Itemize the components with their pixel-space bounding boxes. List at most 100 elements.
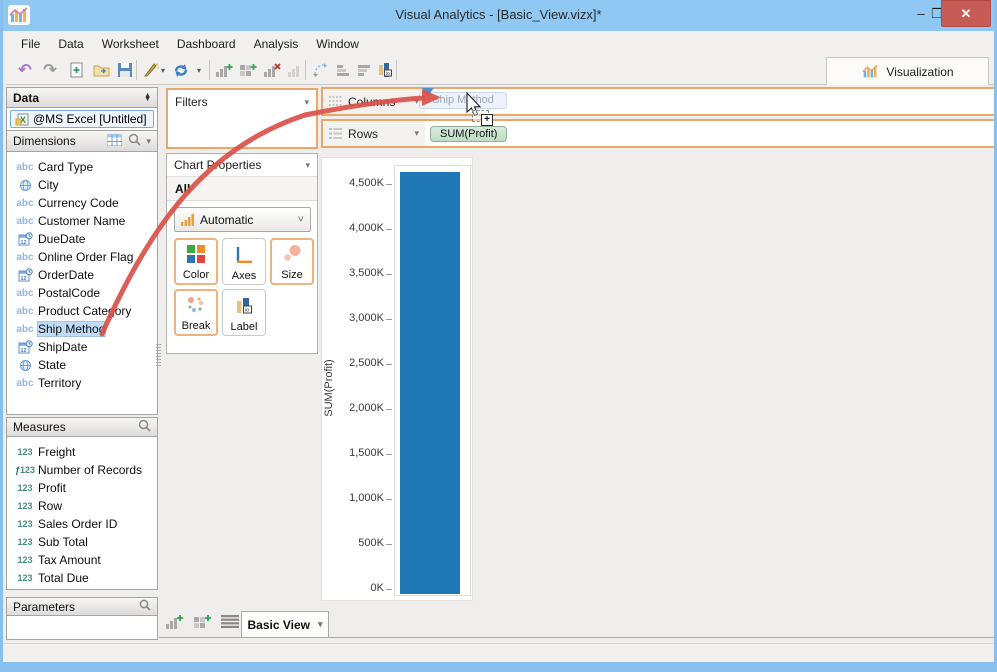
- sort-descending-icon[interactable]: [353, 59, 375, 81]
- size-button[interactable]: Size: [270, 238, 314, 285]
- measure-item[interactable]: 123 Total Due: [7, 569, 157, 587]
- chart-type-dropdown[interactable]: Automatic ˅: [174, 207, 311, 232]
- worksheet-tab-caret[interactable]: ▾: [318, 619, 323, 630]
- measures-title: Measures: [13, 420, 66, 434]
- add-dashboard-icon[interactable]: [237, 59, 259, 81]
- measure-label: Freight: [38, 445, 76, 459]
- dimension-item[interactable]: abc Card Type: [7, 158, 157, 176]
- menu-data[interactable]: Data: [49, 33, 92, 55]
- menu-dashboard[interactable]: Dashboard: [168, 33, 245, 55]
- globe-icon: [12, 359, 38, 372]
- undo-button[interactable]: ↶: [14, 59, 36, 81]
- dimension-label: City: [38, 178, 59, 192]
- search-measures-icon[interactable]: [138, 419, 151, 435]
- rows-pill[interactable]: SUM(Profit): [430, 125, 508, 142]
- menu-file[interactable]: File: [12, 33, 49, 55]
- dimension-item[interactable]: abc Product Category: [7, 302, 157, 320]
- chart-properties-header: Chart Properties ▾: [167, 154, 317, 177]
- menu-worksheet[interactable]: Worksheet: [93, 33, 168, 55]
- text-icon: abc: [16, 305, 34, 317]
- dimension-label: Product Category: [38, 304, 132, 318]
- visualization-tab[interactable]: Visualization: [826, 57, 989, 85]
- data-panel-header[interactable]: Data ▲ ▼: [6, 87, 158, 108]
- break-button[interactable]: Break: [174, 289, 218, 336]
- refresh-icon[interactable]: [170, 59, 192, 81]
- sort-ascending-icon[interactable]: [332, 59, 354, 81]
- dimension-label: Online Order Flag: [38, 250, 134, 264]
- dimension-item[interactable]: State: [7, 356, 157, 374]
- new-worksheet-tab-icon[interactable]: [165, 613, 184, 635]
- dimension-item[interactable]: abc Currency Code: [7, 194, 157, 212]
- new-dashboard-tab-icon[interactable]: [193, 613, 212, 635]
- search-parameters-icon[interactable]: [139, 599, 151, 614]
- save-icon[interactable]: [114, 59, 136, 81]
- worksheet-list-icon[interactable]: [221, 615, 239, 633]
- columns-shelf-label-zone: Columns ▾: [323, 89, 425, 114]
- dimensions-menu-caret[interactable]: ▾: [146, 136, 151, 147]
- redo-button[interactable]: ↷: [39, 59, 61, 81]
- svg-text:12: 12: [20, 348, 26, 354]
- refresh-dropdown-caret[interactable]: ▾: [197, 66, 201, 75]
- svg-text:12: 12: [20, 276, 26, 282]
- text-icon: abc: [16, 287, 34, 299]
- y-axis-tick-label: 4,500K: [349, 177, 384, 189]
- dimension-item[interactable]: 12 OrderDate: [7, 266, 157, 284]
- filters-menu-caret[interactable]: ▾: [304, 97, 309, 108]
- app-window: Visual Analytics - [Basic_View.vizx]* – …: [0, 0, 997, 672]
- measure-item[interactable]: 123 Sales Order ID: [7, 515, 157, 533]
- y-axis-tick-mark: [386, 454, 392, 455]
- number-icon: 123: [17, 555, 33, 565]
- color-button[interactable]: Color: [174, 238, 218, 285]
- rows-shelf-caret[interactable]: ▾: [414, 128, 419, 139]
- dimension-item[interactable]: abc Customer Name: [7, 212, 157, 230]
- parameters-title: Parameters: [13, 599, 76, 614]
- view-data-table-icon[interactable]: [106, 133, 123, 149]
- swap-axes-icon[interactable]: [309, 59, 331, 81]
- measures-header: Measures: [6, 417, 158, 437]
- dimension-item[interactable]: abc PostalCode: [7, 284, 157, 302]
- data-source-label: @MS Excel [Untitled]: [33, 112, 147, 126]
- format-wand-icon[interactable]: [140, 59, 162, 81]
- wand-dropdown-caret[interactable]: ▾: [161, 66, 165, 75]
- show-labels-icon[interactable]: io: [374, 59, 396, 81]
- dimension-item[interactable]: abc Online Order Flag: [7, 248, 157, 266]
- menu-analysis[interactable]: Analysis: [245, 33, 308, 55]
- dimension-item[interactable]: abc Ship Method: [7, 320, 157, 338]
- globe-icon: [12, 179, 38, 192]
- rows-shelf[interactable]: Rows ▾ SUM(Profit): [321, 119, 994, 148]
- dimension-item[interactable]: City: [7, 176, 157, 194]
- collapse-expand-icon[interactable]: ▲ ▼: [144, 92, 151, 103]
- bar-sum-profit[interactable]: [400, 172, 460, 594]
- open-workbook-icon[interactable]: [90, 59, 112, 81]
- measure-label: Row: [38, 499, 63, 513]
- worksheet-tab-basic-view[interactable]: Basic View ▾: [241, 611, 329, 637]
- dimension-item[interactable]: 12 DueDate: [7, 230, 157, 248]
- measure-item[interactable]: ƒ123 Number of Records: [7, 461, 157, 479]
- data-source-item[interactable]: X @MS Excel [Untitled]: [10, 110, 154, 128]
- chart-type-value: Automatic: [200, 212, 254, 227]
- delete-worksheet-icon[interactable]: [261, 59, 283, 81]
- dimension-item[interactable]: 12 ShipDate: [7, 338, 157, 356]
- measure-item[interactable]: 123 Row: [7, 497, 157, 515]
- measure-item[interactable]: 123 Profit: [7, 479, 157, 497]
- chart-properties-menu-caret[interactable]: ▾: [305, 160, 310, 171]
- axes-button[interactable]: Axes: [222, 238, 266, 285]
- dimension-item[interactable]: abc Territory: [7, 374, 157, 392]
- text-icon: abc: [16, 161, 34, 173]
- filters-panel: Filters ▾: [166, 88, 318, 149]
- search-dimensions-icon[interactable]: [128, 133, 142, 149]
- filters-drop-area[interactable]: [168, 114, 316, 147]
- menu-window[interactable]: Window: [307, 33, 368, 55]
- measure-item[interactable]: 123 Freight: [7, 443, 157, 461]
- label-button[interactable]: io Label: [222, 289, 266, 336]
- number-icon: 123: [17, 573, 33, 583]
- measure-label: Sub Total: [38, 535, 88, 549]
- data-source-box: X @MS Excel [Untitled]: [6, 107, 158, 131]
- scope-row: All: [167, 177, 317, 201]
- close-button[interactable]: ✕: [941, 0, 991, 27]
- add-worksheet-icon[interactable]: [213, 59, 235, 81]
- measure-item[interactable]: 123 Sub Total: [7, 533, 157, 551]
- measure-item[interactable]: 123 Tax Amount: [7, 551, 157, 569]
- new-workbook-icon[interactable]: [66, 59, 88, 81]
- panel-splitter-handle[interactable]: [156, 344, 161, 368]
